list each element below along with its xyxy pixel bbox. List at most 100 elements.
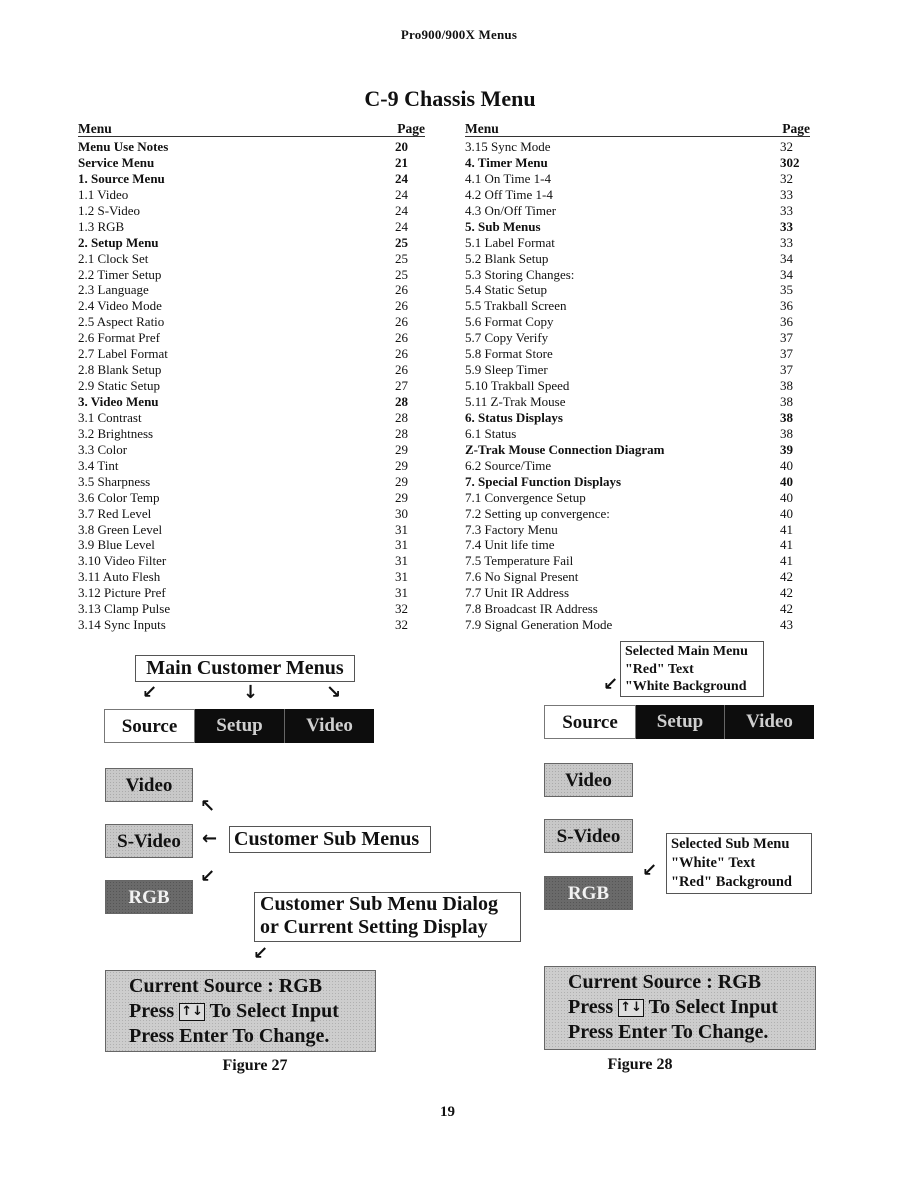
fig28-main-menu-bar: Source Setup Video <box>544 705 814 739</box>
toc-entry[interactable]: 5.4 Static Setup 35 <box>465 282 810 298</box>
toc-entry[interactable]: Menu Use Notes 20 <box>78 139 425 155</box>
toc-entry[interactable]: 3.4 Tint 29 <box>78 458 425 474</box>
toc-entry[interactable]: 7.2 Setting up convergence: 40 <box>465 506 810 522</box>
toc-entry[interactable]: 2.6 Format Pref 26 <box>78 330 425 346</box>
toc-entry[interactable]: 2.5 Aspect Ratio 26 <box>78 314 425 330</box>
arrow-up-left-icon: ↖ <box>200 796 216 817</box>
toc-entry[interactable]: 3.9 Blue Level 31 <box>78 537 425 553</box>
toc-entry-label: 3.6 Color Temp <box>78 489 160 505</box>
arrow-down-left-icon: ↙ <box>642 860 658 881</box>
toc-entry-label: 5.10 Trakball Speed <box>465 378 570 394</box>
toc-entry[interactable]: 7.4 Unit life time 41 <box>465 537 810 553</box>
toc-entry[interactable]: 5.11 Z-Trak Mouse 38 <box>465 394 810 410</box>
toc-entry[interactable]: 7.8 Broadcast IR Address 42 <box>465 601 810 617</box>
toc-entry[interactable]: 2. Setup Menu 25 <box>78 235 425 251</box>
toc-entry[interactable]: 4. Timer Menu 302 <box>465 155 810 171</box>
toc-entry[interactable]: 3.11 Auto Flesh 31 <box>78 569 425 585</box>
main-menu-setup[interactable]: Setup <box>195 709 285 743</box>
toc-entry[interactable]: 2.4 Video Mode 26 <box>78 298 425 314</box>
sub-menu-rgb[interactable]: RGB <box>105 880 193 914</box>
toc-entry[interactable]: 5. Sub Menus 33 <box>465 219 810 235</box>
sub-menu-s-video[interactable]: S-Video <box>544 819 633 853</box>
toc-entry[interactable]: 2.2 Timer Setup 25 <box>78 267 425 283</box>
toc-entry[interactable]: 7. Special Function Displays 40 <box>465 474 810 490</box>
toc-entry[interactable]: 2.9 Static Setup 27 <box>78 378 425 394</box>
main-menu-video[interactable]: Video <box>285 709 374 743</box>
sub-menu-rgb-selected[interactable]: RGB <box>544 876 633 910</box>
toc-entry[interactable]: 3.8 Green Level 31 <box>78 522 425 538</box>
toc-entry[interactable]: 2.1 Clock Set 25 <box>78 251 425 267</box>
toc-entry[interactable]: 3.10 Video Filter 31 <box>78 553 425 569</box>
toc-entry[interactable]: 3.3 Color 29 <box>78 442 425 458</box>
toc-entry[interactable]: 5.8 Format Store 37 <box>465 346 810 362</box>
page-number: 19 <box>440 1104 455 1120</box>
toc-entry[interactable]: 1. Source Menu 24 <box>78 171 425 187</box>
toc-entry-page: 41 <box>780 553 793 569</box>
toc-entry[interactable]: 2.8 Blank Setup 26 <box>78 362 425 378</box>
toc-entry[interactable]: 6.2 Source/Time 40 <box>465 458 810 474</box>
toc-entry[interactable]: 7.6 No Signal Present 42 <box>465 569 810 585</box>
toc-entry[interactable]: Z-Trak Mouse Connection Diagram 39 <box>465 442 810 458</box>
toc-entry[interactable]: 5.7 Copy Verify 37 <box>465 330 810 346</box>
toc-entry[interactable]: 5.1 Label Format 33 <box>465 235 810 251</box>
toc-entry-page: 25 <box>395 234 408 250</box>
toc-entry-label: Menu Use Notes <box>78 139 169 154</box>
toc-entry[interactable]: 3.2 Brightness 28 <box>78 426 425 442</box>
toc-entry[interactable]: 1.2 S-Video 24 <box>78 203 425 219</box>
toc-entry[interactable]: 3.15 Sync Mode 32 <box>465 139 810 155</box>
toc-entry[interactable]: 5.6 Format Copy 36 <box>465 314 810 330</box>
toc-entry[interactable]: 5.5 Trakball Screen 36 <box>465 298 810 314</box>
toc-entry[interactable]: 6.1 Status 38 <box>465 426 810 442</box>
toc-entry[interactable]: 2.3 Language 26 <box>78 282 425 298</box>
page-title: C-9 Chassis Menu <box>364 86 536 111</box>
toc-entry[interactable]: 3. Video Menu 28 <box>78 394 425 410</box>
toc-entry[interactable]: 3.14 Sync Inputs 32 <box>78 617 425 633</box>
toc-entry[interactable]: 5.3 Storing Changes: 34 <box>465 267 810 283</box>
toc-entry[interactable]: 5.9 Sleep Timer 37 <box>465 362 810 378</box>
main-menu-setup[interactable]: Setup <box>636 705 725 739</box>
toc-entry-page: 37 <box>780 330 793 346</box>
toc-entry-page: 29 <box>395 441 408 457</box>
toc-entry[interactable]: 1.3 RGB 24 <box>78 219 425 235</box>
main-menu-video[interactable]: Video <box>725 705 814 739</box>
toc-entry[interactable]: 5.10 Trakball Speed 38 <box>465 378 810 394</box>
toc-entry-page: 43 <box>780 617 793 633</box>
main-menu-source-selected[interactable]: Source <box>544 705 636 739</box>
toc-entry-page: 37 <box>780 362 793 378</box>
toc-entry[interactable]: 7.3 Factory Menu 41 <box>465 522 810 538</box>
toc-entry-page: 39 <box>780 441 793 457</box>
toc-entry-label: 1. Source Menu <box>78 170 165 186</box>
status-select-input: Press ↑↓ To Select Input <box>129 999 375 1024</box>
toc-entry[interactable]: 4.2 Off Time 1-4 33 <box>465 187 810 203</box>
toc-entry[interactable]: 2.7 Label Format 26 <box>78 346 425 362</box>
toc-entry[interactable]: 3.6 Color Temp 29 <box>78 490 425 506</box>
toc-entry[interactable]: 1.1 Video 24 <box>78 187 425 203</box>
toc-entry[interactable]: 7.5 Temperature Fail 41 <box>465 553 810 569</box>
up-down-arrows-icon: ↑↓ <box>179 1003 205 1021</box>
sub-menu-s-video[interactable]: S-Video <box>105 824 193 858</box>
toc-entry[interactable]: 3.13 Clamp Pulse 32 <box>78 601 425 617</box>
toc-entry[interactable]: 3.7 Red Level 30 <box>78 506 425 522</box>
toc-entry-page: 34 <box>780 266 793 282</box>
toc-entry-label: 3.2 Brightness <box>78 425 154 441</box>
toc-entry[interactable]: 3.12 Picture Pref 31 <box>78 585 425 601</box>
toc-entry[interactable]: 6. Status Displays 38 <box>465 410 810 426</box>
toc-entry[interactable]: 4.1 On Time 1-4 32 <box>465 171 810 187</box>
main-menu-source[interactable]: Source <box>104 709 195 743</box>
toc-entry-label: 3.12 Picture Pref <box>78 585 166 601</box>
sub-menu-video[interactable]: Video <box>544 763 633 797</box>
sub-menu-video[interactable]: Video <box>105 768 193 802</box>
toc-entry[interactable]: 4.3 On/Off Timer 33 <box>465 203 810 219</box>
toc-entry[interactable]: 7.9 Signal Generation Mode 43 <box>465 617 810 633</box>
toc-entry[interactable]: 7.7 Unit IR Address 42 <box>465 585 810 601</box>
toc-entry[interactable]: 5.2 Blank Setup 34 <box>465 251 810 267</box>
toc-entry-page: 30 <box>395 505 408 521</box>
arrow-down-right-icon: ↘ <box>326 682 342 703</box>
toc-entry[interactable]: 3.1 Contrast 28 <box>78 410 425 426</box>
toc-entry[interactable]: 3.5 Sharpness 29 <box>78 474 425 490</box>
up-down-arrows-icon: ↑↓ <box>618 999 644 1017</box>
toc-entry-page: 26 <box>395 314 408 330</box>
toc-entry-page: 32 <box>395 617 408 633</box>
toc-entry[interactable]: Service Menu 21 <box>78 155 425 171</box>
toc-entry[interactable]: 7.1 Convergence Setup 40 <box>465 490 810 506</box>
